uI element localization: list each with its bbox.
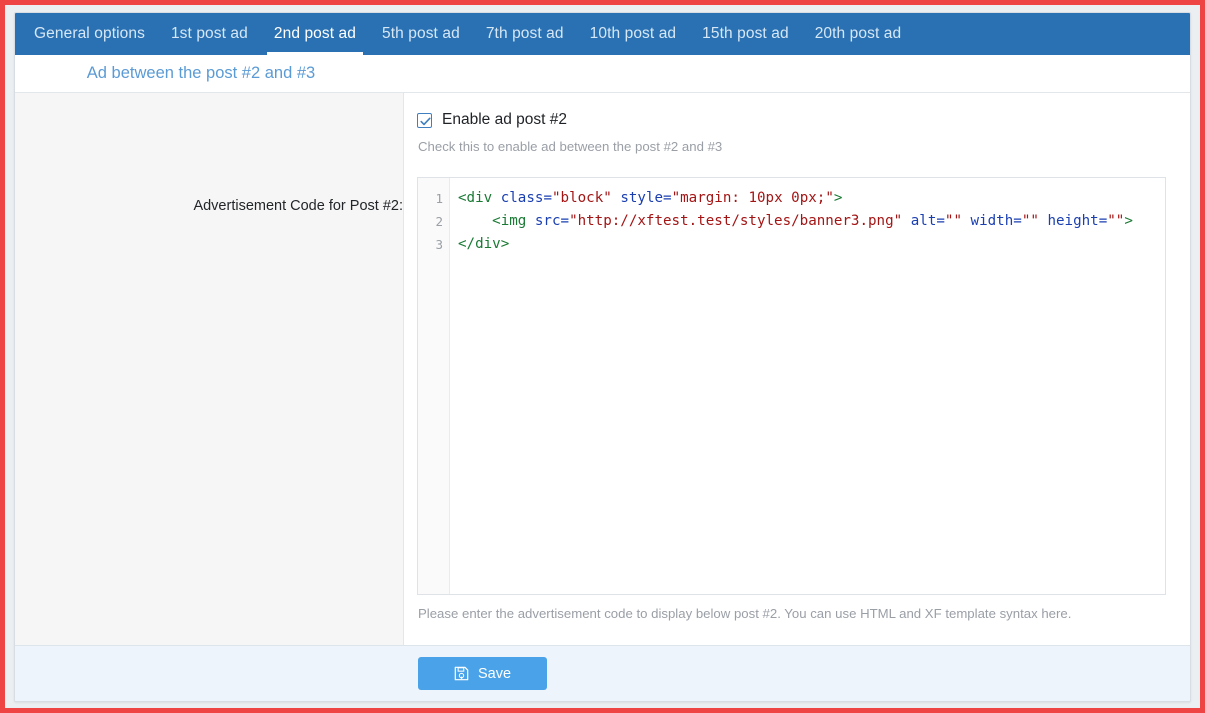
form-label-column: Advertisement Code for Post #2: bbox=[15, 93, 404, 645]
tab-1st-post-ad[interactable]: 1st post ad bbox=[158, 13, 261, 55]
tab-label: 10th post ad bbox=[590, 26, 677, 42]
code-text-area[interactable]: <div class="block" style="margin: 10px 0… bbox=[450, 178, 1165, 594]
code-line: <div class="block" style="margin: 10px 0… bbox=[458, 190, 842, 206]
code-field-hint: Please enter the advertisement code to d… bbox=[418, 606, 1166, 621]
floppy-disk-save-icon bbox=[454, 666, 469, 681]
enable-ad-hint: Check this to enable ad between the post… bbox=[418, 139, 1166, 154]
line-number-gutter: 1 2 3 bbox=[418, 178, 450, 594]
tab-label: 20th post ad bbox=[815, 26, 902, 42]
code-editor[interactable]: 1 2 3 <div class="block" style="margin: 10… bbox=[417, 177, 1166, 595]
section-title-row: Ad between the post #2 and #3 bbox=[15, 55, 1190, 93]
tab-2nd-post-ad[interactable]: 2nd post ad bbox=[261, 13, 369, 55]
form-footer: Save bbox=[15, 645, 1190, 701]
form-control-column: Enable ad post #2 Check this to enable a… bbox=[404, 93, 1190, 645]
tab-label: General options bbox=[34, 26, 145, 42]
tab-general-options[interactable]: General options bbox=[21, 13, 158, 55]
line-number: 2 bbox=[435, 214, 443, 229]
code-line: <img src="http://xftest.test/styles/bann… bbox=[458, 213, 1133, 229]
tab-7th-post-ad[interactable]: 7th post ad bbox=[473, 13, 577, 55]
enable-ad-label: Enable ad post #2 bbox=[442, 111, 567, 129]
screenshot-frame: General options 1st post ad 2nd post ad … bbox=[0, 0, 1205, 713]
code-field-label: Advertisement Code for Post #2: bbox=[15, 198, 403, 214]
line-number: 3 bbox=[435, 237, 443, 252]
save-button-label: Save bbox=[478, 666, 511, 682]
admin-options-panel: General options 1st post ad 2nd post ad … bbox=[14, 12, 1191, 702]
tab-10th-post-ad[interactable]: 10th post ad bbox=[577, 13, 690, 55]
checkbox-checked-icon[interactable] bbox=[417, 113, 432, 128]
code-line: </div> bbox=[458, 236, 509, 252]
tab-label: 7th post ad bbox=[486, 26, 564, 42]
enable-ad-checkbox-row[interactable]: Enable ad post #2 bbox=[417, 111, 1166, 129]
tab-15th-post-ad[interactable]: 15th post ad bbox=[689, 13, 802, 55]
tab-label: 2nd post ad bbox=[274, 26, 356, 42]
tab-5th-post-ad[interactable]: 5th post ad bbox=[369, 13, 473, 55]
tab-20th-post-ad[interactable]: 20th post ad bbox=[802, 13, 915, 55]
section-title: Ad between the post #2 and #3 bbox=[15, 64, 395, 83]
tab-label: 15th post ad bbox=[702, 26, 789, 42]
form-body: Advertisement Code for Post #2: Enable a… bbox=[15, 93, 1190, 645]
tab-bar: General options 1st post ad 2nd post ad … bbox=[15, 13, 1190, 55]
tab-label: 1st post ad bbox=[171, 26, 248, 42]
line-number: 1 bbox=[435, 191, 443, 206]
tab-label: 5th post ad bbox=[382, 26, 460, 42]
save-button[interactable]: Save bbox=[418, 657, 547, 690]
